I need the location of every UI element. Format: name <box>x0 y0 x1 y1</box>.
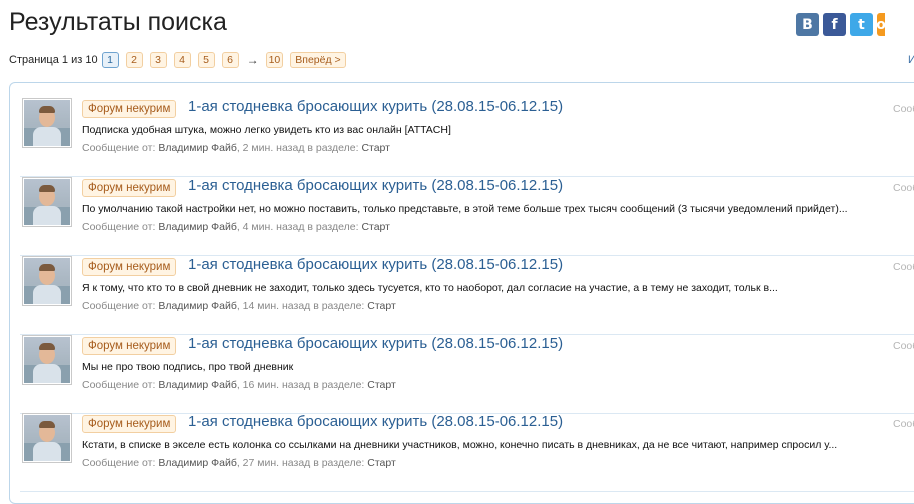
page-title: Результаты поиска <box>9 8 227 36</box>
avatar[interactable] <box>22 413 72 463</box>
twitter-share-icon[interactable]: t <box>850 13 873 36</box>
page-link-1[interactable]: 1 <box>101 52 119 68</box>
meta-prefix: Сообщение от: <box>82 457 156 469</box>
meta-time: , 16 мин. назад в разделе: <box>236 379 365 391</box>
avatar[interactable] <box>22 98 72 148</box>
search-result-item: Форум некурим 1-ая стодневка бросающих к… <box>20 98 914 177</box>
author-link[interactable]: Владимир Файб <box>158 142 237 154</box>
result-snippet: Я к тому, что кто то в свой дневник не з… <box>82 282 778 294</box>
meta-prefix: Сообщение от: <box>82 379 156 391</box>
page-link-10[interactable]: 10 <box>265 52 284 68</box>
content-type-label: Сообщ <box>893 182 914 194</box>
page-link-4[interactable]: 4 <box>173 52 191 68</box>
result-snippet: Мы не про твою подпись, про твой дневник <box>82 361 294 373</box>
forum-badge[interactable]: Форум некурим <box>82 415 177 433</box>
forum-badge[interactable]: Форум некурим <box>82 337 177 355</box>
author-link[interactable]: Владимир Файб <box>158 379 237 391</box>
meta-time: , 27 мин. назад в разделе: <box>236 457 365 469</box>
result-meta: Сообщение от: Владимир Файб, 14 мин. наз… <box>82 300 396 312</box>
content-type-label: Сообщ <box>893 103 914 115</box>
avatar[interactable] <box>22 177 72 227</box>
search-result-item: Форум некурим 1-ая стодневка бросающих к… <box>20 256 914 335</box>
meta-time: , 4 мин. назад в разделе: <box>236 221 359 233</box>
result-meta: Сообщение от: Владимир Файб, 16 мин. наз… <box>82 379 396 391</box>
odnoklassniki-share-icon[interactable]: о <box>877 13 885 36</box>
social-share-bar: В f t о <box>796 13 885 36</box>
forum-badge[interactable]: Форум некурим <box>82 100 177 118</box>
section-link[interactable]: Старт <box>367 379 396 391</box>
facebook-share-icon[interactable]: f <box>823 13 846 36</box>
meta-time: , 2 мин. назад в разделе: <box>236 142 359 154</box>
result-title-link[interactable]: 1-ая стодневка бросающих курить (28.08.1… <box>188 335 563 352</box>
corner-link[interactable]: И <box>908 54 914 66</box>
page-link-2[interactable]: 2 <box>125 52 143 68</box>
search-result-item: Форум некурим 1-ая стодневка бросающих к… <box>20 177 914 256</box>
results-panel: Форум некурим 1-ая стодневка бросающих к… <box>9 82 914 504</box>
author-link[interactable]: Владимир Файб <box>158 221 237 233</box>
result-meta: Сообщение от: Владимир Файб, 27 мин. наз… <box>82 457 396 469</box>
result-meta: Сообщение от: Владимир Файб, 4 мин. наза… <box>82 221 390 233</box>
result-title-link[interactable]: 1-ая стодневка бросающих курить (28.08.1… <box>188 177 563 194</box>
meta-prefix: Сообщение от: <box>82 221 156 233</box>
page-link-6[interactable]: 6 <box>221 52 239 68</box>
vk-share-icon[interactable]: В <box>796 13 819 36</box>
section-link[interactable]: Старт <box>367 457 396 469</box>
search-result-item: Форум некурим 1-ая стодневка бросающих к… <box>20 413 914 492</box>
avatar[interactable] <box>22 256 72 306</box>
pagination-skip-arrow: → <box>246 53 259 67</box>
forum-badge[interactable]: Форум некурим <box>82 179 177 197</box>
section-link[interactable]: Старт <box>361 142 390 154</box>
page-link-3[interactable]: 3 <box>149 52 167 68</box>
forum-badge[interactable]: Форум некурим <box>82 258 177 276</box>
avatar[interactable] <box>22 335 72 385</box>
section-link[interactable]: Старт <box>367 300 396 312</box>
result-snippet: Подписка удобная штука, можно легко увид… <box>82 124 451 136</box>
content-type-label: Сообщ <box>893 418 914 430</box>
author-link[interactable]: Владимир Файб <box>158 457 237 469</box>
content-type-label: Сообщ <box>893 340 914 352</box>
content-type-label: Сообщ <box>893 261 914 273</box>
result-title-link[interactable]: 1-ая стодневка бросающих курить (28.08.1… <box>188 98 563 115</box>
meta-prefix: Сообщение от: <box>82 142 156 154</box>
section-link[interactable]: Старт <box>361 221 390 233</box>
result-snippet: По умолчанию такой настройки нет, но мож… <box>82 203 848 215</box>
author-link[interactable]: Владимир Файб <box>158 300 237 312</box>
result-title-link[interactable]: 1-ая стодневка бросающих курить (28.08.1… <box>188 413 563 430</box>
page-link-5[interactable]: 5 <box>197 52 215 68</box>
pagination: Страница 1 из 10 1 2 3 4 5 6 → 10 Вперёд… <box>9 51 353 69</box>
result-snippet: Кстати, в списке в экселе есть колонка с… <box>82 439 838 451</box>
meta-time: , 14 мин. назад в разделе: <box>236 300 365 312</box>
result-title-link[interactable]: 1-ая стодневка бросающих курить (28.08.1… <box>188 256 563 273</box>
pagination-label: Страница 1 из 10 <box>9 54 98 66</box>
search-result-item: Форум некурим 1-ая стодневка бросающих к… <box>20 335 914 414</box>
next-page-button[interactable]: Вперёд > <box>290 52 346 68</box>
meta-prefix: Сообщение от: <box>82 300 156 312</box>
result-meta: Сообщение от: Владимир Файб, 2 мин. наза… <box>82 142 390 154</box>
